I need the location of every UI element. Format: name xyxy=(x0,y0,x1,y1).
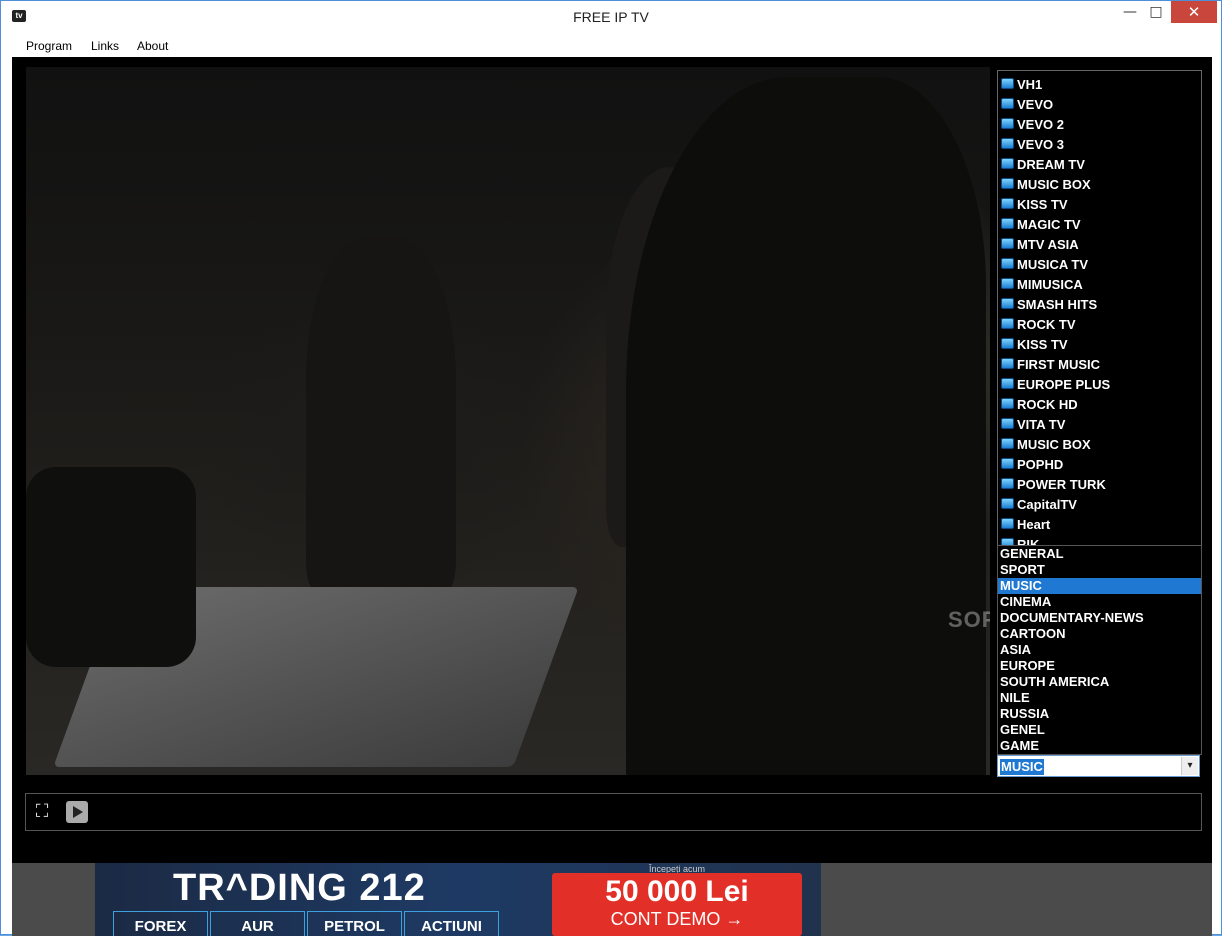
menu-program[interactable]: Program xyxy=(26,39,72,53)
ad-tab[interactable]: FOREX xyxy=(113,911,208,936)
ad-tab[interactable]: AUR xyxy=(210,911,305,936)
tv-icon xyxy=(1001,118,1014,129)
tv-icon xyxy=(1001,158,1014,169)
channel-item[interactable]: MUSIC BOX xyxy=(998,173,1201,193)
channel-item[interactable]: MAGIC TV xyxy=(998,213,1201,233)
window-title: FREE IP TV xyxy=(573,9,649,25)
ad-logo-text: TR^DING 212 xyxy=(173,867,426,909)
tv-icon xyxy=(1001,238,1014,249)
tv-icon xyxy=(1001,98,1014,109)
channel-item[interactable]: VEVO 2 xyxy=(998,113,1201,133)
chevron-down-icon[interactable]: ▾ xyxy=(1181,757,1198,775)
tv-icon xyxy=(1001,318,1014,329)
channel-item[interactable]: CapitalTV xyxy=(998,493,1201,513)
tv-icon xyxy=(1001,478,1014,489)
category-option[interactable]: GAME xyxy=(998,738,1201,754)
minimize-button[interactable]: — xyxy=(1117,1,1143,23)
category-option[interactable]: GENEL xyxy=(998,722,1201,738)
tv-icon xyxy=(1001,518,1014,529)
channel-item[interactable]: ROCK HD xyxy=(998,393,1201,413)
category-option[interactable]: NILE xyxy=(998,690,1201,706)
tv-icon xyxy=(1001,78,1014,89)
category-combobox[interactable]: MUSIC ▾ xyxy=(997,755,1200,777)
category-option[interactable]: CINEMA xyxy=(998,594,1201,610)
menu-links[interactable]: Links xyxy=(91,39,119,53)
play-icon[interactable] xyxy=(66,801,88,823)
tv-icon xyxy=(1001,338,1014,349)
playback-controls: ⛶ xyxy=(25,793,1202,831)
category-option[interactable]: EUROPE xyxy=(998,658,1201,674)
drum-kit xyxy=(26,467,196,667)
ad-amount: 50 000 Lei xyxy=(605,875,749,908)
ad-banner-area: Începeți acum TR^DING 212 FOREX AUR PETR… xyxy=(12,863,1212,936)
channel-item[interactable]: EUROPE PLUS xyxy=(998,373,1201,393)
video-display[interactable]: SOFTPEDIA xyxy=(26,67,990,775)
tv-icon xyxy=(1001,438,1014,449)
app-window: tv FREE IP TV — □ ✕ Program Links About … xyxy=(0,0,1222,936)
category-option[interactable]: GENERAL xyxy=(998,546,1201,562)
tv-icon xyxy=(1001,418,1014,429)
channel-item[interactable]: MIMUSICA xyxy=(998,273,1201,293)
channel-item[interactable]: ROCK TV xyxy=(998,313,1201,333)
tv-icon xyxy=(1001,258,1014,269)
ad-tabs: FOREX AUR PETROL ACTIUNI xyxy=(113,911,501,936)
tv-icon xyxy=(1001,398,1014,409)
category-dropdown-list[interactable]: GENERAL SPORT MUSIC CINEMA DOCUMENTARY-N… xyxy=(997,545,1202,755)
tv-icon xyxy=(1001,178,1014,189)
channel-item[interactable]: MTV ASIA xyxy=(998,233,1201,253)
channel-item[interactable]: FIRST MUSIC xyxy=(998,353,1201,373)
ad-cta-button[interactable]: 50 000 Lei CONT DEMO → xyxy=(552,873,802,936)
keyboardist xyxy=(626,77,986,775)
category-option[interactable]: SOUTH AMERICA xyxy=(998,674,1201,690)
channel-item[interactable]: VH1 xyxy=(998,73,1201,93)
category-option[interactable]: RUSSIA xyxy=(998,706,1201,722)
category-option-selected[interactable]: MUSIC xyxy=(998,578,1201,594)
channel-item[interactable]: VITA TV xyxy=(998,413,1201,433)
trading-ad[interactable]: Începeți acum TR^DING 212 FOREX AUR PETR… xyxy=(95,863,821,936)
player-area: SOFTPEDIA VH1 VEVO VEVO 2 VEVO 3 DREAM T… xyxy=(12,57,1212,863)
menu-about[interactable]: About xyxy=(137,39,168,53)
guitarist-left xyxy=(306,237,456,597)
tv-icon xyxy=(1001,378,1014,389)
channel-item[interactable]: DREAM TV xyxy=(998,153,1201,173)
combobox-value: MUSIC xyxy=(1000,759,1044,775)
channel-list[interactable]: VH1 VEVO VEVO 2 VEVO 3 DREAM TV MUSIC BO… xyxy=(997,70,1202,548)
channel-item[interactable]: MUSICA TV xyxy=(998,253,1201,273)
channel-item[interactable]: KISS TV xyxy=(998,333,1201,353)
channel-item[interactable]: SMASH HITS xyxy=(998,293,1201,313)
combobox-text[interactable]: MUSIC xyxy=(1000,758,1180,775)
channel-item[interactable]: VEVO 3 xyxy=(998,133,1201,153)
title-bar[interactable]: tv FREE IP TV — □ ✕ xyxy=(1,1,1221,33)
tv-icon xyxy=(1001,298,1014,309)
channel-item[interactable]: Heart xyxy=(998,513,1201,533)
category-option[interactable]: SPORT xyxy=(998,562,1201,578)
tv-icon xyxy=(1001,278,1014,289)
tv-icon xyxy=(1001,458,1014,469)
category-option[interactable]: CARTOON xyxy=(998,626,1201,642)
channel-item[interactable]: POPHD xyxy=(998,453,1201,473)
menu-bar: Program Links About xyxy=(12,35,1212,57)
ad-tab[interactable]: PETROL xyxy=(307,911,402,936)
channel-item[interactable]: MUSIC BOX xyxy=(998,433,1201,453)
ad-tab[interactable]: ACTIUNI xyxy=(404,911,499,936)
category-option[interactable]: ASIA xyxy=(998,642,1201,658)
maximize-button[interactable]: □ xyxy=(1143,1,1169,23)
tv-icon xyxy=(1001,138,1014,149)
channel-item[interactable]: POWER TURK xyxy=(998,473,1201,493)
category-option[interactable]: DOCUMENTARY-NEWS xyxy=(998,610,1201,626)
tv-icon xyxy=(1001,498,1014,509)
ad-cta-label: CONT DEMO → xyxy=(610,909,744,929)
channel-item[interactable]: VEVO xyxy=(998,93,1201,113)
tv-icon xyxy=(1001,358,1014,369)
close-button[interactable]: ✕ xyxy=(1171,1,1217,23)
watermark-text: SOFTPEDIA xyxy=(948,607,990,632)
tv-icon xyxy=(1001,198,1014,209)
fullscreen-icon[interactable]: ⛶ xyxy=(31,801,53,823)
tv-icon xyxy=(1001,218,1014,229)
channel-item[interactable]: KISS TV xyxy=(998,193,1201,213)
